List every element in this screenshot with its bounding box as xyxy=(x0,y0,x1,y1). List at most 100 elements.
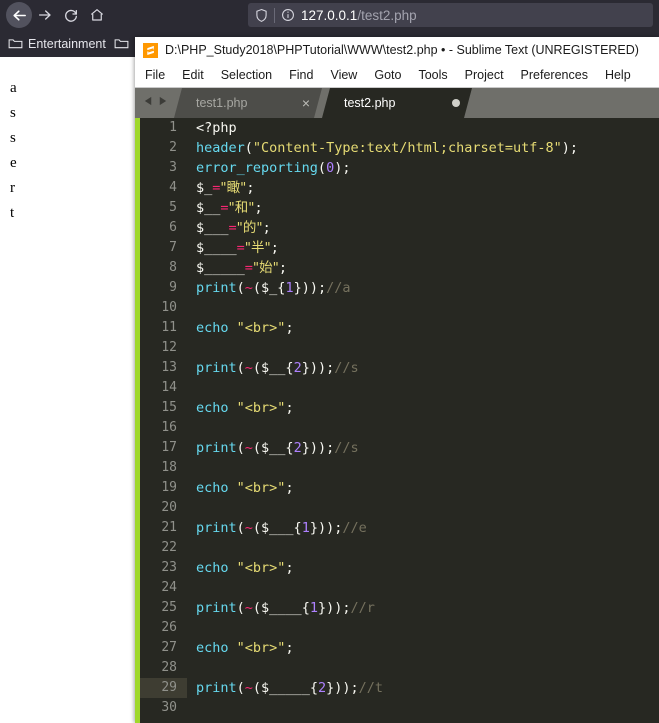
menu-edit[interactable]: Edit xyxy=(182,68,204,82)
code-text[interactable]: print(~($____{1}));//r xyxy=(187,598,659,618)
address-bar[interactable]: 127.0.0.1/test2.php xyxy=(248,3,653,27)
code-line[interactable]: 21 print(~($___{1}));//e xyxy=(140,518,659,538)
line-number: 26 xyxy=(161,620,177,635)
code-text[interactable]: echo "<br>"; xyxy=(187,638,659,658)
code-text[interactable]: print(~($__{2}));//s xyxy=(187,438,659,458)
code-token: })); xyxy=(301,360,335,376)
code-line[interactable]: 26 xyxy=(140,618,659,638)
code-token: ; xyxy=(270,240,279,256)
code-text[interactable]: <?php xyxy=(187,118,659,138)
code-line[interactable]: 3 error_reporting(0); xyxy=(140,158,659,178)
code-line[interactable]: 22 xyxy=(140,538,659,558)
code-text[interactable]: header("Content-Type:text/html;charset=u… xyxy=(187,138,659,158)
code-line[interactable]: 2 header("Content-Type:text/html;charset=… xyxy=(140,138,659,158)
code-line[interactable]: 29 print(~($_____{2}));//t xyxy=(140,678,659,698)
code-line[interactable]: 14 xyxy=(140,378,659,398)
code-text[interactable]: error_reporting(0); xyxy=(187,158,659,178)
tab-test1-php[interactable]: test1.php × xyxy=(174,88,322,118)
triangle-right-icon[interactable] xyxy=(157,94,168,112)
sublime-title-text: D:\PHP_Study2018\PHPTutorial\WWW\test2.p… xyxy=(165,43,639,57)
code-line[interactable]: 10 xyxy=(140,298,659,318)
menu-tools[interactable]: Tools xyxy=(418,68,447,82)
code-line[interactable]: 9 print(~($_{1}));//a xyxy=(140,278,659,298)
code-token: header xyxy=(196,140,245,156)
reload-icon[interactable] xyxy=(58,2,84,28)
bookmark-entertainment[interactable]: Entertainment xyxy=(8,37,106,51)
code-line[interactable]: 5 $__="和"; xyxy=(140,198,659,218)
code-text[interactable]: $____="半"; xyxy=(187,238,659,258)
tab-test2-php[interactable]: test2.php xyxy=(322,88,472,118)
code-text[interactable]: print(~($_____{2}));//t xyxy=(187,678,659,698)
code-token: $__ xyxy=(196,200,221,216)
menu-find[interactable]: Find xyxy=(289,68,313,82)
code-token: ; xyxy=(285,320,294,336)
code-line[interactable]: 18 xyxy=(140,458,659,478)
code-line[interactable]: 11 echo "<br>"; xyxy=(140,318,659,338)
code-line[interactable]: 13 print(~($__{2}));//s xyxy=(140,358,659,378)
code-text[interactable]: echo "<br>"; xyxy=(187,318,659,338)
code-token: //r xyxy=(350,600,375,616)
code-token: })); xyxy=(317,600,351,616)
menu-help[interactable]: Help xyxy=(605,68,631,82)
code-line[interactable]: 28 xyxy=(140,658,659,678)
code-line[interactable]: 27 echo "<br>"; xyxy=(140,638,659,658)
code-text[interactable]: print(~($__{2}));//s xyxy=(187,358,659,378)
code-token: ($____{ xyxy=(252,600,310,616)
code-editor-lines[interactable]: 1 <?php 2 header("Content-Type:text/html;ch… xyxy=(140,118,659,723)
bookmark-second[interactable] xyxy=(114,37,134,50)
code-line[interactable]: 23 echo "<br>"; xyxy=(140,558,659,578)
forward-arrow-icon[interactable] xyxy=(32,2,58,28)
code-line[interactable]: 8 $_____="始"; xyxy=(140,258,659,278)
code-text[interactable]: $_="瞰"; xyxy=(187,178,659,198)
line-number: 3 xyxy=(169,160,177,175)
menu-goto[interactable]: Goto xyxy=(374,68,401,82)
code-line[interactable]: 20 xyxy=(140,498,659,518)
code-line[interactable]: 19 echo "<br>"; xyxy=(140,478,659,498)
code-line[interactable]: 24 xyxy=(140,578,659,598)
code-line[interactable]: 12 xyxy=(140,338,659,358)
code-text[interactable]: $___="的"; xyxy=(187,218,659,238)
code-line[interactable]: 30 xyxy=(140,698,659,718)
code-token: echo xyxy=(196,320,229,336)
code-token: print xyxy=(196,440,237,456)
code-token: 2 xyxy=(293,360,302,376)
menu-file[interactable]: File xyxy=(145,68,165,82)
code-text[interactable]: echo "<br>"; xyxy=(187,478,659,498)
home-icon[interactable] xyxy=(84,2,110,28)
code-line[interactable]: 6 $___="的"; xyxy=(140,218,659,238)
code-text[interactable]: print(~($_{1}));//a xyxy=(187,278,659,298)
line-number: 13 xyxy=(161,360,177,375)
code-token: "和" xyxy=(228,200,255,216)
code-line[interactable]: 17 print(~($__{2}));//s xyxy=(140,438,659,458)
code-line[interactable]: 4 $_="瞰"; xyxy=(140,178,659,198)
code-token: ( xyxy=(244,140,253,156)
code-token: //t xyxy=(358,680,383,696)
code-token: "<br>" xyxy=(236,400,286,416)
menu-view[interactable]: View xyxy=(330,68,357,82)
code-text[interactable]: print(~($___{1}));//e xyxy=(187,518,659,538)
info-circle-icon[interactable] xyxy=(281,8,295,22)
code-token: ~ xyxy=(244,360,253,376)
menu-preferences[interactable]: Preferences xyxy=(521,68,588,82)
sublime-editor-area[interactable]: 1 <?php 2 header("Content-Type:text/html;ch… xyxy=(135,118,659,723)
code-text[interactable]: echo "<br>"; xyxy=(187,398,659,418)
code-line[interactable]: 25 print(~($____{1}));//r xyxy=(140,598,659,618)
triangle-left-icon[interactable] xyxy=(143,94,154,112)
code-line[interactable]: 7 $____="半"; xyxy=(140,238,659,258)
code-text[interactable]: echo "<br>"; xyxy=(187,558,659,578)
back-arrow-icon[interactable] xyxy=(6,2,32,28)
line-number: 2 xyxy=(169,140,177,155)
close-icon[interactable]: × xyxy=(302,96,310,110)
code-token: "Content-Type:text/html;charset=utf-8" xyxy=(252,140,562,156)
line-number: 16 xyxy=(161,420,177,435)
code-text[interactable]: $_____="始"; xyxy=(187,258,659,278)
sublime-menu-bar: File Edit Selection Find View Goto Tools… xyxy=(135,63,659,88)
code-text[interactable]: $__="和"; xyxy=(187,198,659,218)
code-line[interactable]: 15 echo "<br>"; xyxy=(140,398,659,418)
code-line[interactable]: 16 xyxy=(140,418,659,438)
menu-project[interactable]: Project xyxy=(465,68,504,82)
tab-scroll-arrows[interactable] xyxy=(139,88,174,118)
code-line[interactable]: 1 <?php xyxy=(140,118,659,138)
menu-selection[interactable]: Selection xyxy=(221,68,272,82)
